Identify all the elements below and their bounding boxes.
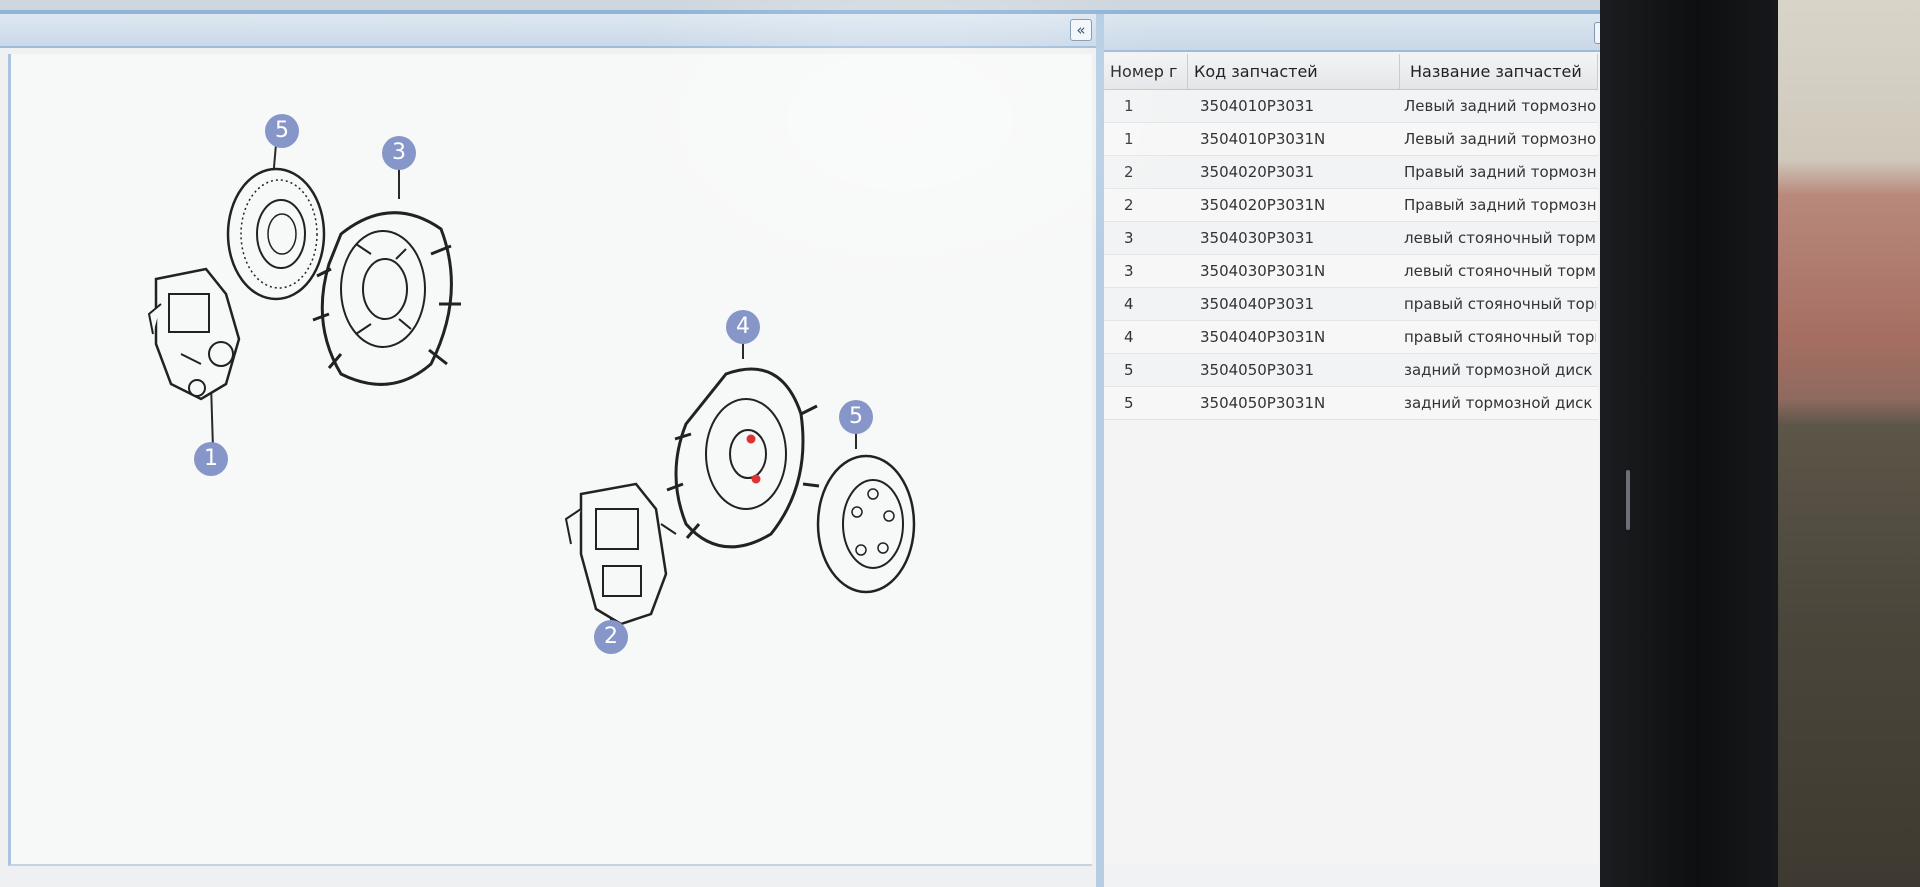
part-code-cell: 3504030P3031N bbox=[1200, 262, 1326, 280]
callout-1[interactable]: 1 bbox=[194, 442, 228, 476]
caliper-upper bbox=[147, 267, 241, 401]
part-name-cell: правый стояночный тормоз bbox=[1404, 328, 1596, 346]
bezel-reflection bbox=[1626, 470, 1630, 530]
column-header-number[interactable]: Номер г bbox=[1104, 54, 1188, 90]
callout-5-upper[interactable]: 5 bbox=[265, 114, 299, 148]
row-number-cell: 4 bbox=[1124, 295, 1134, 313]
diagram-panel-header: « bbox=[0, 14, 1100, 48]
row-number-cell: 1 bbox=[1124, 97, 1134, 115]
table-row[interactable]: 1 3504010P3031N Левый задний тормозной су bbox=[1104, 123, 1598, 156]
row-number-cell: 4 bbox=[1124, 328, 1134, 346]
application-window: « 5 3 1 4 5 2 Номер г Код запчастей Назв… bbox=[0, 0, 1600, 887]
part-code-cell: 3504010P3031N bbox=[1200, 130, 1326, 148]
dust-shield-upper bbox=[312, 211, 461, 386]
part-code-cell: 3504050P3031N bbox=[1200, 394, 1326, 412]
part-name-cell: Левый задний тормозной су bbox=[1404, 130, 1596, 148]
part-code-cell: 3504020P3031 bbox=[1200, 163, 1315, 181]
part-code-cell: 3504010P3031 bbox=[1200, 97, 1315, 115]
row-number-cell: 3 bbox=[1124, 229, 1134, 247]
table-row[interactable]: 2 3504020P3031N Правый задний тормозной с bbox=[1104, 189, 1598, 222]
parts-diagram[interactable]: 5 3 1 4 5 2 bbox=[8, 54, 1092, 866]
part-code-cell: 3504050P3031 bbox=[1200, 361, 1315, 379]
brake-disc-upper bbox=[226, 167, 326, 301]
collapse-left-panel-button[interactable]: « bbox=[1070, 19, 1092, 41]
row-number-cell: 5 bbox=[1124, 361, 1134, 379]
callout-4[interactable]: 4 bbox=[726, 310, 760, 344]
part-code-cell: 3504040P3031 bbox=[1200, 295, 1315, 313]
table-row[interactable]: 3 3504030P3031N левый стояночный тормоз в bbox=[1104, 255, 1598, 288]
part-name-cell: Левый задний тормозной су bbox=[1404, 97, 1596, 115]
table-row[interactable]: 4 3504040P3031 правый стояночный тормоз bbox=[1104, 288, 1598, 321]
parts-grid: Номер г Код запчастей Название запчастей… bbox=[1104, 54, 1598, 864]
part-code-cell: 3504020P3031N bbox=[1200, 196, 1326, 214]
panel-splitter[interactable] bbox=[1096, 14, 1104, 887]
table-row[interactable]: 5 3504050P3031 задний тормозной диск bbox=[1104, 354, 1598, 387]
grid-column-headers: Номер г Код запчастей Название запчастей bbox=[1104, 54, 1598, 90]
parts-table-panel: « Номер г Код запчастей Название запчаст… bbox=[1104, 14, 1600, 887]
callout-5-lower[interactable]: 5 bbox=[839, 400, 873, 434]
table-row[interactable]: 2 3504020P3031 Правый задний тормозной с bbox=[1104, 156, 1598, 189]
table-row[interactable]: 1 3504010P3031 Левый задний тормозной су bbox=[1104, 90, 1598, 123]
part-name-cell: задний тормозной диск bbox=[1404, 361, 1593, 379]
collapse-right-panel-button[interactable]: « bbox=[1594, 22, 1600, 44]
callout-2[interactable]: 2 bbox=[594, 620, 628, 654]
window-top-strip bbox=[0, 0, 1600, 14]
row-number-cell: 3 bbox=[1124, 262, 1134, 280]
table-row[interactable]: 3 3504030P3031 левый стояночный тормоз в bbox=[1104, 222, 1598, 255]
column-header-part-code[interactable]: Код запчастей bbox=[1188, 54, 1400, 90]
callout-3[interactable]: 3 bbox=[382, 136, 416, 170]
table-row[interactable]: 4 3504040P3031N правый стояночный тормоз bbox=[1104, 321, 1598, 354]
row-number-cell: 5 bbox=[1124, 394, 1134, 412]
part-name-cell: задний тормозной диск bbox=[1404, 394, 1593, 412]
monitor-bezel bbox=[1598, 0, 1778, 887]
row-number-cell: 2 bbox=[1124, 196, 1134, 214]
row-number-cell: 1 bbox=[1124, 130, 1134, 148]
parts-table-header-bar: « bbox=[1104, 14, 1600, 52]
part-name-cell: Правый задний тормозной с bbox=[1404, 163, 1596, 181]
part-code-cell: 3504030P3031 bbox=[1200, 229, 1315, 247]
caliper-lower bbox=[564, 482, 677, 626]
diagram-panel: « 5 3 1 4 5 2 bbox=[0, 14, 1100, 887]
brake-assembly-drawing bbox=[147, 143, 916, 626]
brake-disc-lower bbox=[816, 454, 916, 594]
part-name-cell: левый стояночный тормоз в bbox=[1404, 262, 1596, 280]
part-name-cell: левый стояночный тормоз в bbox=[1404, 229, 1596, 247]
part-code-cell: 3504040P3031N bbox=[1200, 328, 1326, 346]
row-number-cell: 2 bbox=[1124, 163, 1134, 181]
table-row[interactable]: 5 3504050P3031N задний тормозной диск bbox=[1104, 387, 1598, 420]
dust-shield-lower bbox=[666, 367, 820, 549]
part-name-cell: правый стояночный тормоз bbox=[1404, 295, 1596, 313]
column-header-part-name[interactable]: Название запчастей bbox=[1400, 54, 1598, 90]
part-name-cell: Правый задний тормозной с bbox=[1404, 196, 1596, 214]
